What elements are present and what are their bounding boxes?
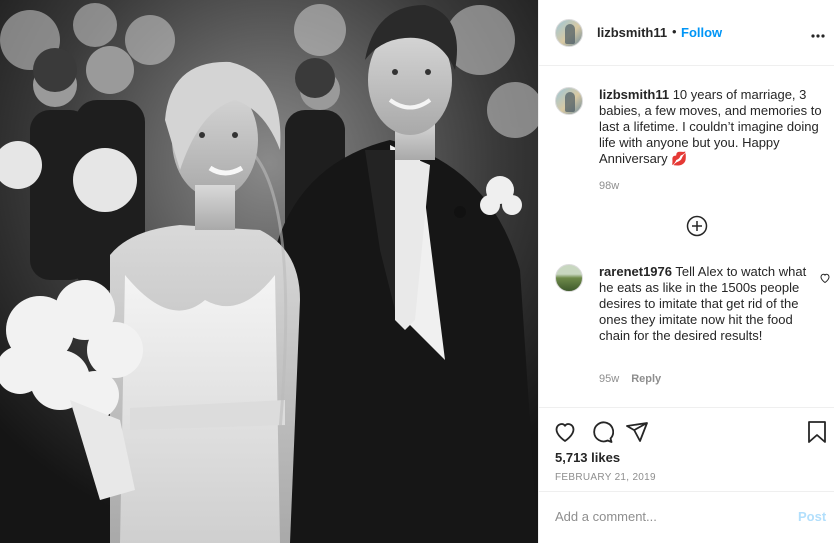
heart-icon[interactable] bbox=[819, 272, 831, 287]
likes-count[interactable]: 5,713 likes bbox=[555, 450, 620, 465]
author-avatar[interactable] bbox=[555, 19, 583, 47]
wedding-photo bbox=[0, 0, 538, 543]
caption-timestamp[interactable]: 98w bbox=[599, 180, 619, 192]
commenter-username[interactable]: rarenet1976 bbox=[599, 264, 672, 279]
commenter-avatar[interactable] bbox=[555, 264, 583, 292]
author-username[interactable]: lizbsmith11 bbox=[597, 25, 667, 40]
comment-meta: 95w Reply bbox=[599, 373, 661, 385]
comment-timestamp[interactable]: 95w bbox=[599, 373, 619, 385]
caption-text-block: lizbsmith11 10 years of marriage, 3 babi… bbox=[599, 87, 831, 167]
bookmark-icon[interactable] bbox=[807, 420, 827, 447]
caption-avatar[interactable] bbox=[555, 87, 583, 115]
comment-text-block: rarenet1976 Tell Alex to watch what he e… bbox=[599, 264, 811, 344]
post-details-panel: lizbsmith11 • Follow lizbsmith11 10 year… bbox=[538, 0, 834, 543]
separator-dot: • bbox=[672, 24, 677, 39]
heart-icon[interactable] bbox=[553, 420, 577, 447]
reply-button[interactable]: Reply bbox=[631, 373, 661, 385]
post-comment-button[interactable]: Post bbox=[798, 509, 826, 524]
post-header: lizbsmith11 • Follow bbox=[539, 0, 834, 66]
plus-circle-icon[interactable] bbox=[686, 215, 708, 240]
comment-icon[interactable] bbox=[590, 420, 615, 447]
post-photo[interactable] bbox=[0, 0, 538, 543]
follow-button[interactable]: Follow bbox=[681, 25, 722, 40]
caption-username[interactable]: lizbsmith11 bbox=[599, 87, 669, 102]
share-icon[interactable] bbox=[625, 420, 649, 447]
post-actions: 5,713 likes February 21, 2019 bbox=[539, 407, 834, 501]
more-options-icon[interactable] bbox=[811, 26, 825, 41]
add-comment-bar: Post bbox=[539, 491, 834, 543]
post-date[interactable]: February 21, 2019 bbox=[555, 472, 656, 483]
comment-input[interactable] bbox=[555, 509, 775, 524]
